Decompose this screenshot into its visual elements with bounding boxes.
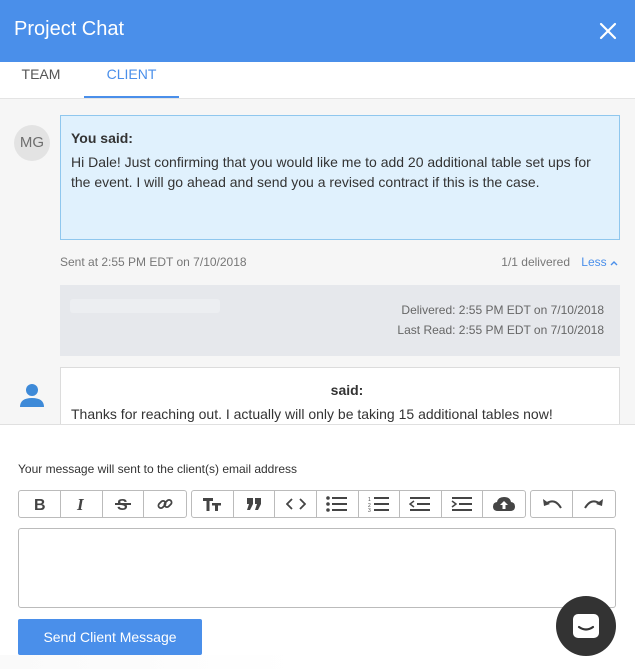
- compose-panel: Your message will sent to the client(s) …: [0, 425, 635, 669]
- redo-icon[interactable]: [573, 491, 615, 517]
- format-toolbar-group: B I S: [18, 490, 187, 518]
- code-icon[interactable]: [275, 491, 317, 517]
- bullet-list-icon[interactable]: [317, 491, 359, 517]
- message-meta: Sent at 2:55 PM EDT on 7/10/2018 1/1 del…: [60, 255, 620, 271]
- person-icon: [18, 381, 46, 409]
- message-author: said:: [330, 382, 364, 398]
- upload-icon[interactable]: [483, 491, 525, 517]
- message-author: You said:: [71, 130, 133, 146]
- indent-icon[interactable]: [442, 491, 484, 517]
- send-client-message-button[interactable]: Send Client Message: [18, 619, 202, 655]
- chat-launcher-button[interactable]: [556, 596, 616, 656]
- delivery-details: Delivered: 2:55 PM EDT on 7/10/2018 Last…: [60, 285, 620, 356]
- tab-client[interactable]: CLIENT: [84, 62, 179, 98]
- chevron-up-icon: [610, 260, 618, 266]
- close-icon[interactable]: [597, 20, 619, 42]
- tab-bar: TEAM CLIENT: [0, 62, 635, 99]
- heading-icon[interactable]: [192, 491, 234, 517]
- svg-text:3: 3: [368, 508, 371, 512]
- block-toolbar-group: 123: [191, 490, 526, 518]
- strikethrough-icon[interactable]: S: [103, 491, 145, 517]
- last-read-time: Last Read: 2:55 PM EDT on 7/10/2018: [397, 323, 604, 337]
- message-text: Hi Dale! Just confirming that you would …: [71, 154, 591, 190]
- message-editor[interactable]: [18, 528, 616, 608]
- avatar: MG: [14, 125, 50, 161]
- chat-header: Project Chat: [0, 0, 635, 62]
- tab-team[interactable]: TEAM: [0, 62, 82, 98]
- delivered-count: 1/1 delivered: [501, 255, 570, 269]
- message-bubble-received: said: Thanks for reaching out. I actuall…: [60, 367, 620, 424]
- message-list[interactable]: MG You said: Hi Dale! Just confirming th…: [0, 99, 635, 425]
- less-toggle-link[interactable]: Less: [581, 255, 618, 269]
- history-toolbar-group: [530, 490, 616, 518]
- less-label: Less: [581, 255, 607, 269]
- blurred-recipient: [70, 299, 220, 313]
- sent-timestamp: Sent at 2:55 PM EDT on 7/10/2018: [60, 255, 247, 269]
- quote-icon[interactable]: [234, 491, 276, 517]
- italic-icon[interactable]: I: [61, 491, 103, 517]
- outdent-icon[interactable]: [400, 491, 442, 517]
- numbered-list-icon[interactable]: 123: [359, 491, 401, 517]
- header-title: Project Chat: [14, 18, 125, 40]
- svg-text:I: I: [76, 496, 85, 512]
- undo-icon[interactable]: [531, 491, 573, 517]
- bold-icon[interactable]: B: [19, 491, 61, 517]
- svg-text:B: B: [34, 497, 46, 512]
- message-bubble-sent: You said: Hi Dale! Just confirming that …: [60, 115, 620, 240]
- delivered-time: Delivered: 2:55 PM EDT on 7/10/2018: [401, 303, 604, 317]
- bottom-shadow: [0, 655, 300, 669]
- compose-note: Your message will sent to the client(s) …: [18, 462, 298, 476]
- chat-icon: [573, 614, 599, 638]
- link-icon[interactable]: [144, 491, 186, 517]
- message-text: Thanks for reaching out. I actually will…: [71, 406, 553, 422]
